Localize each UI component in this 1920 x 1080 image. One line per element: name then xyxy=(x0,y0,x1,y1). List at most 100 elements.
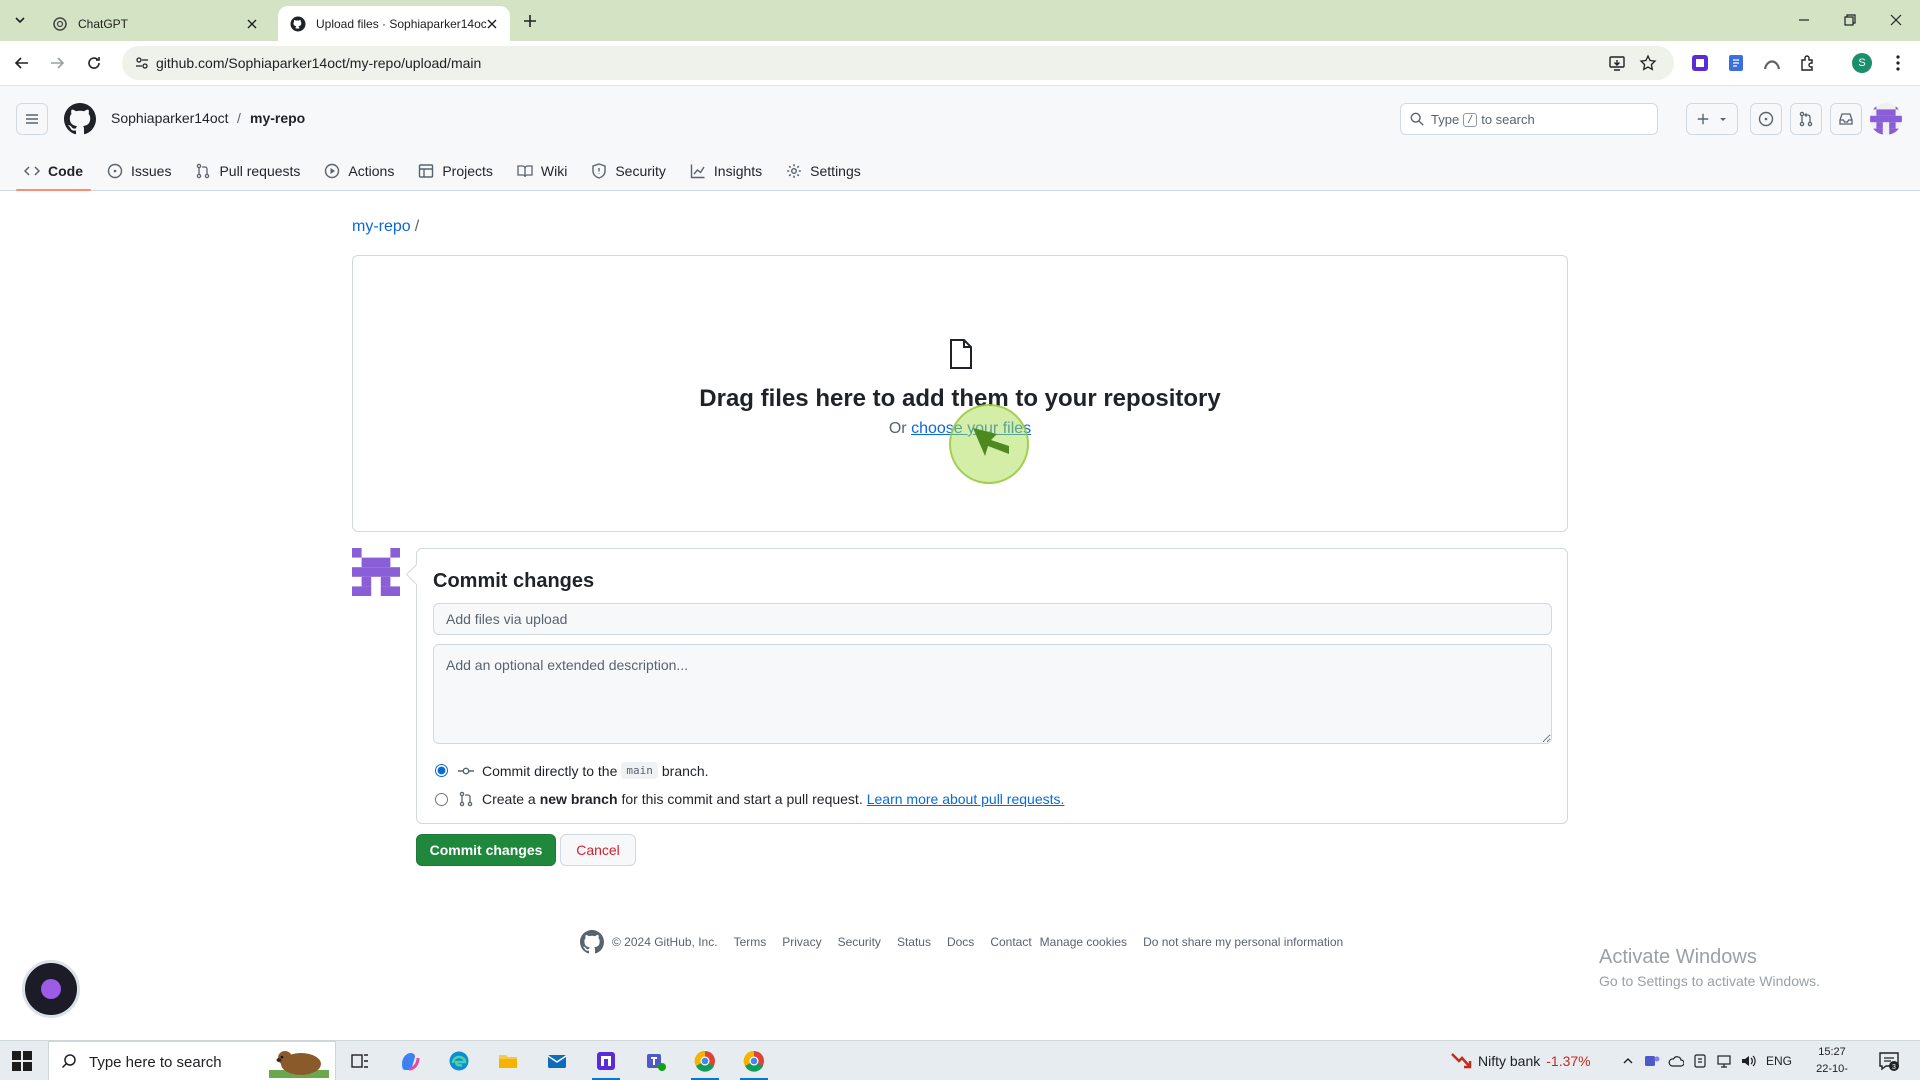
mail-app[interactable] xyxy=(537,1045,577,1077)
teams-tray-icon xyxy=(1645,1056,1660,1066)
minimize-window-button[interactable] xyxy=(1792,8,1816,32)
git-pull-request-icon xyxy=(197,163,210,178)
address-bar[interactable]: github.com/Sophiaparker14oct/my-repo/upl… xyxy=(122,46,1674,80)
stock-ticker-widget[interactable]: Nifty bank -1.37% xyxy=(1450,1052,1591,1070)
watermark-line2: Go to Settings to activate Windows. xyxy=(1599,973,1820,989)
create-new-button[interactable] xyxy=(1686,103,1738,135)
branch-name-code: main xyxy=(621,762,658,779)
forward-button[interactable] xyxy=(45,51,69,75)
tab-code[interactable]: Code xyxy=(16,150,91,191)
tab-search-button[interactable] xyxy=(8,8,32,32)
tab-settings[interactable]: Settings xyxy=(778,150,869,191)
task-view-button[interactable] xyxy=(340,1045,380,1077)
back-button[interactable] xyxy=(10,51,34,75)
arrow-right-icon xyxy=(51,57,65,69)
tab-label: Wiki xyxy=(540,162,568,179)
edge-browser-app[interactable] xyxy=(439,1045,479,1077)
chrome-app-2[interactable] xyxy=(734,1045,774,1080)
tab-security[interactable]: Security xyxy=(583,150,674,191)
taskbar-clock[interactable]: 15:27 22-10-2024 xyxy=(1804,1044,1860,1080)
issues-button[interactable] xyxy=(1750,103,1782,135)
input-language[interactable]: ENG xyxy=(1766,1054,1792,1068)
file-explorer-app[interactable] xyxy=(488,1045,528,1077)
commit-new-branch-radio[interactable] xyxy=(435,792,448,806)
commit-changes-button[interactable]: Commit changes xyxy=(416,834,556,866)
global-search-input[interactable]: Type / to search xyxy=(1400,103,1658,135)
close-window-button[interactable] xyxy=(1884,8,1908,32)
commit-new-branch-option[interactable]: Create a new branch for this commit and … xyxy=(435,791,1064,807)
new-tab-button[interactable] xyxy=(518,9,542,33)
repository-nav: Code Issues Pull requests Actions Projec… xyxy=(16,150,877,191)
footer-link-contact[interactable]: Contact xyxy=(990,935,1031,949)
tab-issues[interactable]: Issues xyxy=(99,150,179,191)
taskbar-search-box[interactable]: Type here to search xyxy=(48,1041,336,1080)
purple-app[interactable] xyxy=(586,1045,626,1080)
tab-label: Projects xyxy=(442,162,493,179)
commit-summary-input[interactable] xyxy=(433,603,1552,635)
extensions-puzzle-icon[interactable] xyxy=(1798,53,1818,73)
footer-link-manage-cookies[interactable]: Manage cookies xyxy=(1040,935,1127,949)
reload-icon xyxy=(88,57,100,69)
copilot-app[interactable] xyxy=(390,1045,430,1077)
footer-link-docs[interactable]: Docs xyxy=(947,935,974,949)
close-tab-icon[interactable] xyxy=(484,16,500,32)
footer-link-privacy[interactable]: Privacy xyxy=(782,935,821,949)
tab-label: Actions xyxy=(348,162,395,179)
tray-overflow-button[interactable] xyxy=(1618,1051,1638,1071)
tab-title: ChatGPT xyxy=(78,16,129,31)
browser-tab-github-upload[interactable]: Upload files · Sophiaparker14oct xyxy=(278,6,510,41)
floating-assistant-button[interactable] xyxy=(22,960,80,1018)
context-repo-link[interactable]: my-repo xyxy=(250,110,305,126)
restore-window-button[interactable] xyxy=(1838,8,1862,32)
commit-direct-radio[interactable] xyxy=(435,764,448,777)
footer-link-security[interactable]: Security xyxy=(838,935,881,949)
extension-purple-icon[interactable] xyxy=(1690,53,1710,73)
tray-meet-now[interactable] xyxy=(1690,1051,1710,1071)
profile-avatar[interactable]: S xyxy=(1852,53,1872,73)
github-mark-icon[interactable] xyxy=(580,930,604,954)
user-avatar-menu[interactable] xyxy=(1870,103,1902,135)
windows-start-icon[interactable] xyxy=(12,1051,32,1071)
pull-requests-button[interactable] xyxy=(1790,103,1822,135)
clock-time: 15:27 xyxy=(1818,1046,1846,1058)
tab-label: Security xyxy=(615,162,666,179)
trend-down-icon xyxy=(1451,1053,1472,1069)
extension-blue-icon[interactable] xyxy=(1726,53,1746,73)
footer-link-status[interactable]: Status xyxy=(897,935,931,949)
cancel-button[interactable]: Cancel xyxy=(560,834,636,866)
reload-button[interactable] xyxy=(82,51,106,75)
learn-more-pull-requests-link[interactable]: Learn more about pull requests. xyxy=(867,791,1065,807)
footer-link-terms[interactable]: Terms xyxy=(734,935,767,949)
extension-arc-icon[interactable] xyxy=(1762,53,1782,73)
site-info-icon[interactable] xyxy=(134,55,150,71)
tab-wiki[interactable]: Wiki xyxy=(509,150,575,191)
tray-teams[interactable] xyxy=(1642,1051,1662,1071)
tab-actions[interactable]: Actions xyxy=(316,150,402,191)
chevron-down-icon xyxy=(15,17,25,24)
bookmark-star-icon[interactable] xyxy=(1639,54,1657,72)
notification-center-button[interactable]: 3 xyxy=(1878,1050,1900,1072)
breadcrumb-repo-link[interactable]: my-repo xyxy=(352,218,411,235)
footer-link-do-not-share[interactable]: Do not share my personal information xyxy=(1143,935,1343,949)
tray-onedrive[interactable] xyxy=(1666,1051,1686,1071)
tray-volume[interactable] xyxy=(1738,1051,1758,1071)
commit-description-input[interactable] xyxy=(433,644,1552,744)
tray-network[interactable] xyxy=(1714,1051,1734,1071)
tab-insights[interactable]: Insights xyxy=(682,150,770,191)
close-tab-icon[interactable] xyxy=(244,16,260,32)
install-app-icon[interactable] xyxy=(1608,54,1626,72)
tab-projects[interactable]: Projects xyxy=(410,150,501,191)
context-owner-link[interactable]: Sophiaparker14oct xyxy=(111,110,229,126)
inbox-button[interactable] xyxy=(1830,103,1862,135)
commit-form: Commit changes Commit directly to the ma… xyxy=(416,548,1568,824)
teams-app[interactable] xyxy=(636,1045,676,1077)
browser-tab-strip: ChatGPT Upload files · Sophiaparker14oct xyxy=(0,0,1920,41)
commit-direct-option[interactable]: Commit directly to the main branch. xyxy=(435,762,709,779)
browser-tab-chatgpt[interactable]: ChatGPT xyxy=(40,6,270,41)
github-logo-icon[interactable] xyxy=(64,103,96,135)
file-drop-zone[interactable]: Drag files here to add them to your repo… xyxy=(352,255,1568,532)
chrome-app-1[interactable] xyxy=(685,1045,725,1080)
tab-pull-requests[interactable]: Pull requests xyxy=(187,150,308,191)
browser-menu-icon[interactable] xyxy=(1888,53,1908,73)
global-menu-button[interactable] xyxy=(16,103,48,135)
